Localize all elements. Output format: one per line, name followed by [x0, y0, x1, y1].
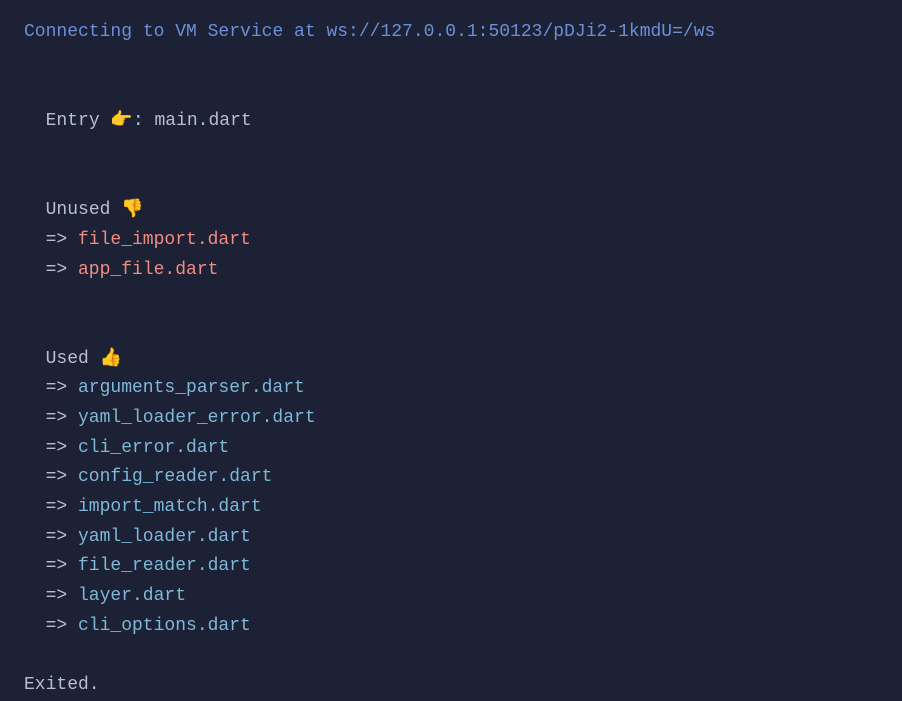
- blank-line: [24, 285, 878, 315]
- unused-file-name: app_file.dart: [78, 260, 218, 280]
- unused-file-name: file_import.dart: [78, 230, 251, 250]
- exited-line: Exited.: [24, 671, 878, 701]
- used-files-list: => arguments_parser.dart=> yaml_loader_e…: [24, 374, 878, 641]
- used-file-name: yaml_loader.dart: [78, 527, 251, 547]
- thumbs-down-icon: 👎: [121, 196, 143, 226]
- unused-file-item: => file_import.dart: [24, 226, 878, 256]
- thumbs-up-icon: 👍: [100, 345, 122, 375]
- used-label: Used: [46, 349, 100, 369]
- entry-separator: :: [133, 111, 155, 131]
- arrow-icon: =>: [46, 556, 78, 576]
- arrow-icon: =>: [46, 616, 78, 636]
- unused-files-list: => file_import.dart=> app_file.dart: [24, 226, 878, 285]
- used-file-name: config_reader.dart: [78, 467, 272, 487]
- arrow-icon: =>: [46, 260, 78, 280]
- used-file-item: => arguments_parser.dart: [24, 374, 878, 404]
- entry-label: Entry: [46, 111, 111, 131]
- used-file-name: yaml_loader_error.dart: [78, 408, 316, 428]
- used-file-item: => import_match.dart: [24, 493, 878, 523]
- used-file-name: cli_options.dart: [78, 616, 251, 636]
- used-file-item: => yaml_loader_error.dart: [24, 404, 878, 434]
- arrow-icon: =>: [46, 408, 78, 428]
- used-file-item: => cli_error.dart: [24, 434, 878, 464]
- arrow-icon: =>: [46, 230, 78, 250]
- unused-label: Unused: [46, 200, 122, 220]
- used-file-item: => yaml_loader.dart: [24, 523, 878, 553]
- unused-header: Unused 👎: [24, 166, 878, 225]
- blank-line: [24, 137, 878, 167]
- used-file-name: file_reader.dart: [78, 556, 251, 576]
- arrow-icon: =>: [46, 467, 78, 487]
- used-file-name: arguments_parser.dart: [78, 378, 305, 398]
- used-header: Used 👍: [24, 315, 878, 374]
- blank-line: [24, 48, 878, 78]
- used-file-name: cli_error.dart: [78, 438, 229, 458]
- used-file-item: => config_reader.dart: [24, 463, 878, 493]
- vm-connection-line: Connecting to VM Service at ws://127.0.0…: [24, 18, 878, 48]
- arrow-icon: =>: [46, 586, 78, 606]
- arrow-icon: =>: [46, 497, 78, 517]
- arrow-icon: =>: [46, 527, 78, 547]
- used-file-name: import_match.dart: [78, 497, 262, 517]
- used-file-name: layer.dart: [78, 586, 186, 606]
- arrow-icon: =>: [46, 438, 78, 458]
- used-file-item: => layer.dart: [24, 582, 878, 612]
- pointing-right-icon: 👉: [110, 107, 132, 137]
- unused-file-item: => app_file.dart: [24, 256, 878, 286]
- entry-file: main.dart: [154, 111, 251, 131]
- entry-line: Entry 👉: main.dart: [24, 77, 878, 136]
- used-file-item: => file_reader.dart: [24, 552, 878, 582]
- blank-line: [24, 641, 878, 671]
- arrow-icon: =>: [46, 378, 78, 398]
